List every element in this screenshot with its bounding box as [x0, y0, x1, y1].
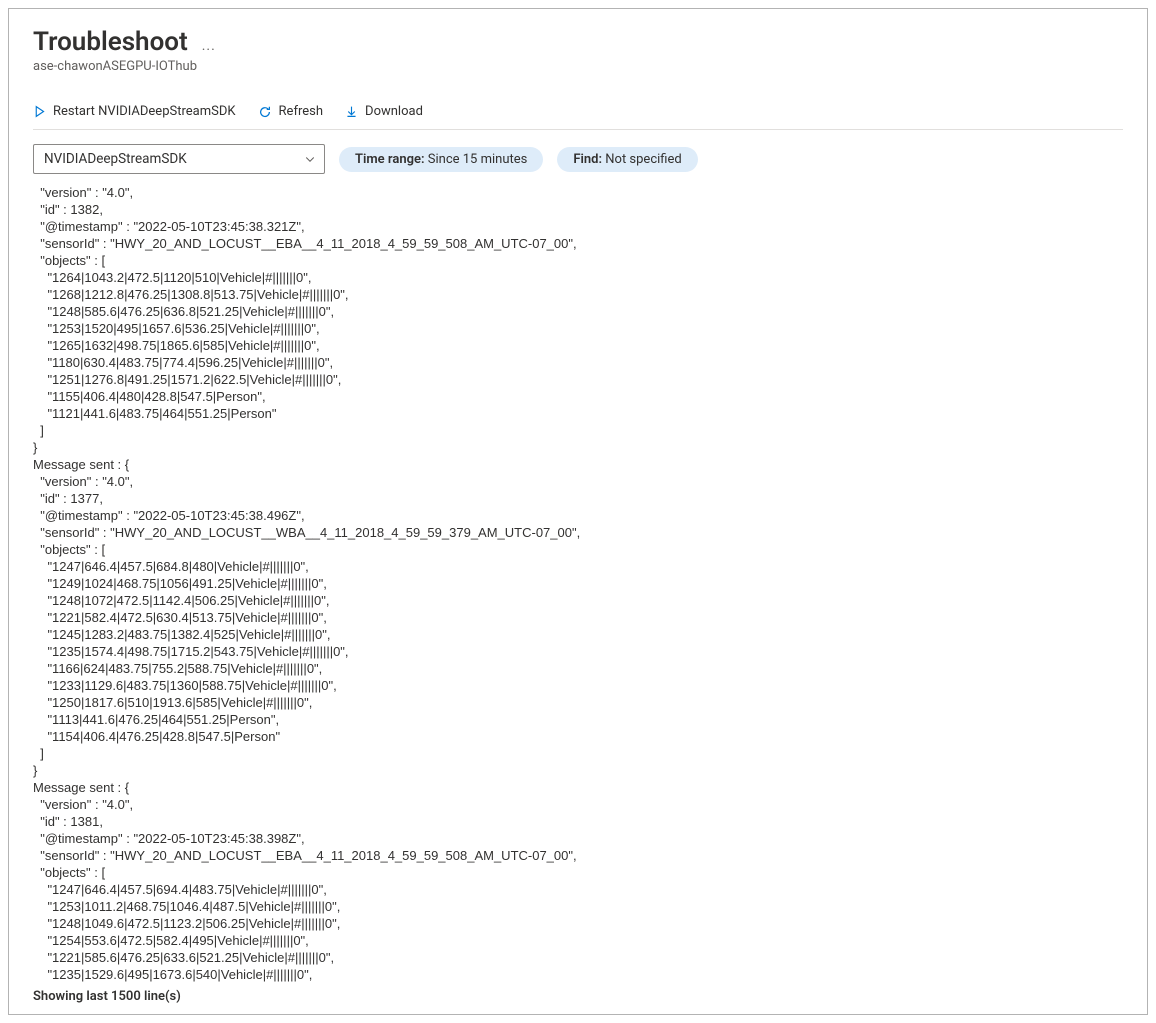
troubleshoot-panel: Troubleshoot ... ase-chawonASEGPU-IOThub… — [8, 8, 1148, 1015]
chevron-down-icon — [304, 153, 316, 165]
module-dropdown[interactable]: NVIDIADeepStreamSDK — [33, 144, 325, 174]
find-pill[interactable]: Find: Not specified — [557, 147, 697, 172]
download-icon — [345, 105, 358, 118]
status-line: Showing last 1500 line(s) — [33, 989, 1123, 1004]
more-actions-button[interactable]: ... — [202, 38, 216, 54]
time-range-value: Since 15 minutes — [428, 152, 528, 167]
refresh-button[interactable]: Refresh — [258, 104, 323, 119]
time-range-prefix: Time range: — [355, 152, 428, 167]
download-label: Download — [365, 104, 423, 119]
restart-button[interactable]: Restart NVIDIADeepStreamSDK — [33, 104, 236, 119]
filter-bar: NVIDIADeepStreamSDK Time range: Since 15… — [33, 144, 1123, 174]
resource-subtitle: ase-chawonASEGPU-IOThub — [33, 59, 1123, 74]
refresh-label: Refresh — [279, 104, 323, 119]
dropdown-value: NVIDIADeepStreamSDK — [44, 151, 187, 167]
find-value: Not specified — [605, 152, 681, 167]
find-prefix: Find: — [573, 152, 605, 167]
download-button[interactable]: Download — [345, 104, 423, 119]
log-output: "version" : "4.0", "id" : 1382, "@timest… — [33, 184, 1123, 983]
refresh-icon — [258, 105, 272, 119]
time-range-pill[interactable]: Time range: Since 15 minutes — [339, 147, 543, 172]
command-bar: Restart NVIDIADeepStreamSDK Refresh Down… — [33, 104, 1123, 130]
restart-label: Restart NVIDIADeepStreamSDK — [53, 104, 236, 119]
play-icon — [33, 105, 46, 118]
page-title: Troubleshoot — [33, 27, 188, 57]
